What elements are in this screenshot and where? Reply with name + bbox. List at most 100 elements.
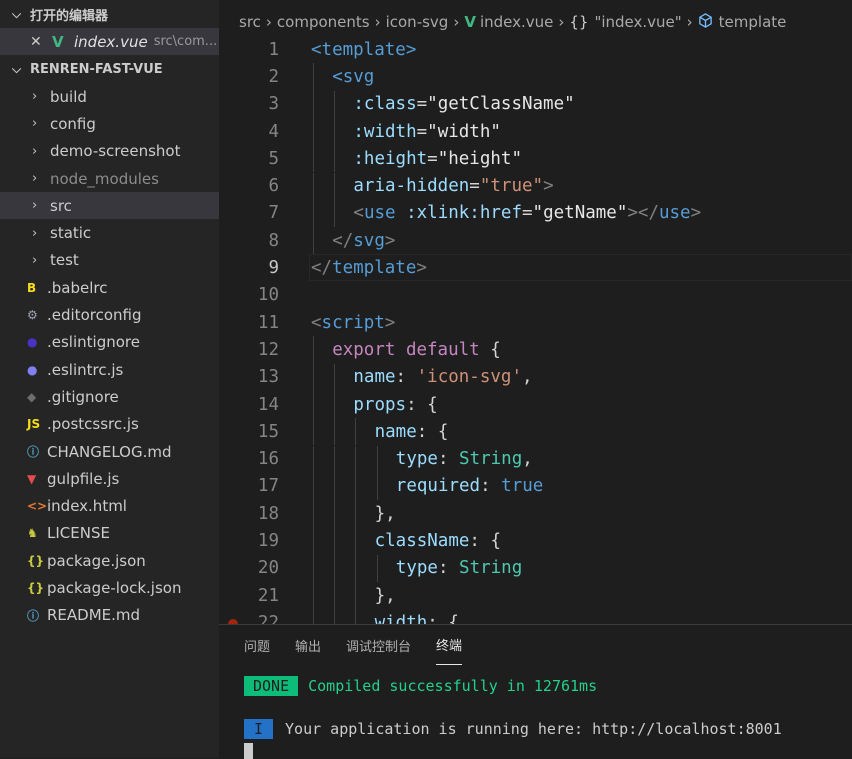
chevron-down-icon: ⌵	[12, 61, 22, 76]
code-text: <svg	[332, 67, 374, 87]
code-token: name	[353, 367, 396, 388]
code-token: "width"	[427, 121, 501, 142]
code-token: ></	[627, 203, 659, 224]
code-line: 15 name: {	[219, 418, 852, 446]
info-icon: ⓘ	[27, 445, 40, 459]
code-token: ,	[522, 449, 533, 470]
code-text: type: String	[396, 558, 522, 578]
breadcrumb-src[interactable]: src	[239, 13, 261, 31]
code-text: },	[375, 504, 396, 524]
code-token: ,	[521, 367, 533, 388]
code-editor[interactable]: 1 <template> 2 <svg 3:class="getClassName" 4:…	[219, 36, 852, 624]
indent-guide	[334, 390, 336, 419]
code-token: :	[480, 476, 502, 497]
tree-item[interactable]: ◆ .gitignore	[0, 383, 219, 410]
line-number: 4	[268, 121, 279, 142]
breadcrumb-file[interactable]: index.vue	[480, 13, 553, 31]
code-token: String	[459, 558, 523, 579]
tree-item[interactable]: ● .eslintignore	[0, 329, 219, 356]
git-icon: ◆	[27, 389, 37, 404]
tree-item[interactable]: › demo-screenshot	[0, 138, 219, 165]
tree-item-label: node_modules	[50, 169, 159, 188]
line-number: 10	[257, 285, 279, 306]
gulp-icon: ▼	[27, 471, 37, 486]
indent-guide	[334, 609, 336, 624]
indent-guide	[313, 445, 314, 473]
code-token: template	[332, 258, 417, 279]
tree-item[interactable]: JS .postcssrc.js	[0, 411, 219, 438]
open-editor-item[interactable]: ✕ V index.vue src\com...	[0, 28, 219, 55]
code-token: aria-hidden	[353, 176, 470, 197]
close-icon[interactable]: ✕	[30, 34, 52, 50]
chevron-right-icon: ›	[32, 89, 38, 105]
tree-item[interactable]: › static	[0, 219, 219, 246]
line-number: 8	[268, 230, 279, 251]
panel-tab[interactable]: 调试控制台	[346, 625, 411, 665]
tree-item[interactable]: › test	[0, 247, 219, 274]
code-token: },	[374, 585, 396, 606]
indent-guide	[376, 472, 378, 501]
done-badge: DONE	[244, 676, 299, 696]
panel-tab[interactable]: 问题	[244, 625, 270, 665]
code-token: true	[501, 476, 544, 497]
code-token: width	[374, 612, 428, 624]
terminal-line-running: I Your application is running here: http:…	[244, 719, 782, 739]
line-number: 21	[257, 585, 279, 606]
indent-guide	[376, 445, 378, 473]
tree-item[interactable]: ⚙ .editorconfig	[0, 301, 219, 328]
line-number: 16	[257, 449, 279, 470]
code-token: </	[311, 258, 333, 279]
breadcrumb-symbol[interactable]: "index.vue"	[594, 13, 681, 31]
vue-icon: V	[52, 32, 64, 51]
breadcrumb-template[interactable]: template	[719, 13, 787, 31]
panel-tab[interactable]: 输出	[295, 625, 321, 665]
code-text: className: {	[375, 531, 501, 551]
panel-tabs: 问题 输出 调试控制台 终端	[219, 625, 852, 665]
indent-guide	[355, 609, 357, 624]
tree-item[interactable]: › build	[0, 83, 219, 110]
project-header[interactable]: ⌵ RENREN-FAST-VUE	[0, 55, 219, 83]
tree-item[interactable]: {} package.json	[0, 547, 219, 574]
info-badge: I	[244, 719, 274, 739]
license-icon: ♞	[27, 526, 38, 541]
breadcrumb-icon-svg[interactable]: icon-svg	[386, 13, 449, 31]
line-number: 2	[268, 66, 279, 87]
tree-item-label: .eslintrc.js	[47, 360, 124, 379]
panel-tab[interactable]: 终端	[436, 625, 463, 665]
tree-item[interactable]: ⓘ CHANGELOG.md	[0, 438, 219, 465]
tree-item[interactable]: ▼ gulpfile.js	[0, 465, 219, 492]
info-icon: ⓘ	[27, 608, 40, 623]
tree-item[interactable]: › config	[0, 110, 219, 137]
explorer-sidebar: ⌵ 打开的编辑器 ✕ V index.vue src\com... ⌵ RENR…	[0, 0, 219, 758]
chevron-down-icon: ⌵	[12, 6, 22, 21]
tree-item[interactable]: › node_modules	[0, 165, 219, 192]
tree-item[interactable]: <> index.html	[0, 492, 219, 519]
code-token: =	[469, 176, 480, 197]
terminal-cursor	[244, 743, 253, 759]
code-text: required: true	[396, 476, 544, 496]
tree-item[interactable]: ⓘ README.md	[0, 602, 219, 629]
running-message: Your application is running here: http:/…	[285, 720, 782, 738]
tree-item-label: demo-screenshot	[50, 142, 181, 161]
code-text: export default {	[332, 340, 501, 360]
open-editors-header[interactable]: ⌵ 打开的编辑器	[0, 0, 219, 28]
chevron-right-icon: ›	[558, 13, 565, 31]
code-line: 4:width="width"	[219, 117, 852, 146]
tree-item[interactable]: ● .eslintrc.js	[0, 356, 219, 383]
line-number: 20	[257, 558, 279, 579]
code-token: >	[690, 203, 702, 224]
tree-item[interactable]: B .babelrc	[0, 274, 219, 301]
indent-guide	[355, 472, 357, 501]
chevron-right-icon: ›	[686, 13, 693, 31]
bottom-panel: 问题 输出 调试控制台 终端 DONE Compiled successfully in…	[219, 624, 852, 759]
tree-item[interactable]: {} package-lock.json	[0, 574, 219, 601]
breadcrumb-components[interactable]: components	[277, 13, 370, 31]
code-token: =	[416, 94, 428, 115]
code-token: >	[543, 176, 554, 197]
tree-item[interactable]: ♞ LICENSE	[0, 520, 219, 547]
tree-item-label: test	[50, 251, 79, 270]
indent-guide	[355, 445, 357, 473]
tree-item[interactable]: › src	[0, 192, 219, 220]
indent-guide	[313, 527, 314, 555]
code-token: svg	[353, 230, 385, 251]
